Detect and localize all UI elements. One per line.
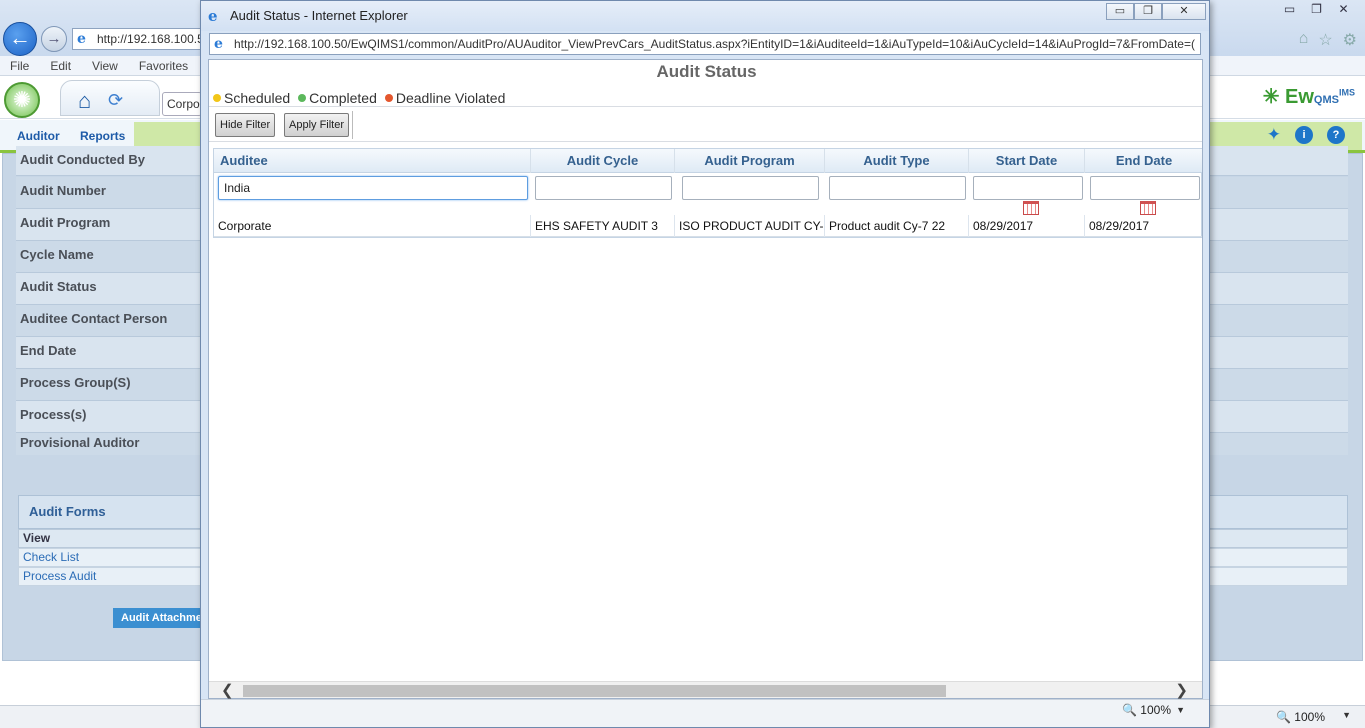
table-row[interactable]: Corporate EHS SAFETY AUDIT 3 ISO PRODUCT… (214, 215, 1202, 237)
brand-leaf-icon: ✳ (1262, 86, 1280, 108)
brand-logo: ✳ EwQMSIMS (1263, 84, 1355, 109)
brand-sup: IMS (1338, 87, 1355, 98)
restore-button[interactable]: ❐ (1303, 0, 1330, 18)
audit-type-filter-input[interactable] (829, 176, 966, 200)
brand-sub: QMS (1313, 94, 1339, 106)
menu-edit[interactable]: Edit (50, 56, 71, 75)
popup-minimize-button[interactable]: ▭ (1106, 3, 1134, 20)
popup-zoom[interactable]: 🔍 100% (1122, 703, 1171, 717)
zoom-dropdown-icon[interactable]: ▼ (1176, 705, 1185, 715)
col-audit-cycle[interactable]: Audit Cycle (531, 149, 675, 173)
background-zoom[interactable]: 🔍 100% (1276, 710, 1325, 724)
popup-address-text: http://192.168.100.50/EwQIMS1/common/Aud… (234, 37, 1195, 51)
popup-titlebar: e Audit Status - Internet Explorer ▭ ❐ ✕ (201, 1, 1209, 31)
background-zoom-value: 100% (1294, 710, 1325, 724)
scroll-right-icon[interactable]: ❯ (1175, 682, 1188, 699)
cell-audit-program: ISO PRODUCT AUDIT CY-7 (675, 215, 825, 237)
zoom-icon: 🔍 (1276, 710, 1291, 724)
audit-status-popup-window: e Audit Status - Internet Explorer ▭ ❐ ✕… (200, 0, 1210, 728)
menu-view[interactable]: View (92, 56, 118, 75)
filter-toolbar: Hide Filter Apply Filter (209, 106, 1202, 142)
scheduled-dot-icon (213, 94, 221, 102)
minimize-button[interactable]: ▭ (1276, 0, 1303, 18)
end-date-filter-input[interactable] (1090, 176, 1200, 200)
audit-program-filter-input[interactable] (682, 176, 819, 200)
browser-toolbar-icons: ⌂ ☆ ⚙ (1299, 30, 1357, 50)
popup-restore-button[interactable]: ❐ (1134, 3, 1162, 20)
zoom-dropdown-icon[interactable]: ▼ (1342, 710, 1351, 720)
cell-start-date: 08/29/2017 (969, 215, 1085, 237)
app-refresh-icon[interactable]: ⟳ (108, 90, 123, 111)
col-auditee[interactable]: Auditee (214, 149, 531, 173)
popup-zoom-value: 100% (1140, 703, 1171, 717)
info-icon[interactable]: i (1295, 126, 1313, 144)
col-audit-program[interactable]: Audit Program (675, 149, 825, 173)
menu-file[interactable]: File (10, 56, 29, 75)
popup-window-controls: ▭ ❐ ✕ (1106, 3, 1206, 20)
grid-header: Auditee Audit Cycle Audit Program Audit … (214, 149, 1202, 173)
audit-attachment-button[interactable]: Audit Attachme (113, 608, 203, 628)
ie-icon: e (208, 7, 218, 25)
start-date-calendar-icon[interactable] (1023, 201, 1039, 215)
end-date-calendar-icon[interactable] (1140, 201, 1156, 215)
background-address-text: http://192.168.100.5 (97, 32, 202, 46)
cell-audit-cycle: EHS SAFETY AUDIT 3 (531, 215, 675, 237)
ie-icon: e (77, 31, 86, 47)
cell-audit-type: Product audit Cy-7 22 (825, 215, 969, 237)
popup-address-bar[interactable]: e http://192.168.100.50/EwQIMS1/common/A… (209, 33, 1201, 55)
close-button[interactable]: ✕ (1330, 0, 1357, 18)
legend-label: Scheduled (224, 90, 291, 106)
ie-icon: e (214, 36, 223, 52)
cell-auditee: Corporate (214, 215, 531, 237)
app-logo-icon: ✺ (4, 82, 40, 118)
grid-filter-row (214, 173, 1202, 205)
popup-title: Audit Status - Internet Explorer (230, 8, 408, 23)
auditee-filter-input[interactable] (218, 176, 528, 200)
legend-deadline-violated: Deadline Violated (384, 90, 506, 106)
scroll-left-icon[interactable]: ❮ (221, 682, 234, 699)
back-button[interactable]: ← (3, 22, 37, 56)
scrollbar-thumb[interactable] (243, 685, 946, 697)
popup-close-button[interactable]: ✕ (1162, 3, 1206, 20)
background-address-bar[interactable]: e http://192.168.100.5 (72, 28, 202, 50)
menu-favorites[interactable]: Favorites (139, 56, 188, 75)
hide-filter-button[interactable]: Hide Filter (215, 113, 276, 137)
background-window-controls: ▭ ❐ ✕ (1276, 0, 1357, 18)
entity-combo[interactable]: Corpor (162, 92, 202, 116)
help-icon[interactable]: ? (1327, 126, 1345, 144)
legend-completed: Completed (298, 90, 377, 106)
deadline-dot-icon (384, 94, 393, 102)
page-title: Audit Status (656, 62, 757, 81)
col-audit-type[interactable]: Audit Type (825, 149, 969, 173)
zoom-icon: 🔍 (1122, 703, 1137, 717)
start-date-filter-input[interactable] (973, 176, 1083, 200)
col-end-date[interactable]: End Date (1085, 149, 1202, 173)
nav-icons: ✦ i ? (1267, 126, 1345, 144)
popup-status-bar (201, 699, 1209, 727)
home-icon[interactable]: ⌂ (1299, 30, 1309, 50)
audit-cycle-filter-input[interactable] (535, 176, 672, 200)
legend-label: Completed (309, 90, 377, 106)
legend-label: Deadline Violated (395, 90, 506, 106)
audit-status-grid: Auditee Audit Cycle Audit Program Audit … (213, 148, 1202, 238)
legend-scheduled: Scheduled (213, 90, 290, 106)
forward-button[interactable]: → (41, 26, 67, 52)
brand-name: Ew (1285, 86, 1314, 108)
pin-icon[interactable]: ✦ (1267, 126, 1281, 144)
cell-end-date: 08/29/2017 (1089, 219, 1150, 233)
horizontal-scrollbar[interactable]: ❮ ❯ (209, 681, 1202, 699)
col-start-date[interactable]: Start Date (969, 149, 1085, 173)
toolbar-divider (352, 111, 353, 139)
app-home-icon[interactable]: ⌂ (78, 88, 91, 114)
status-legend: Scheduled Completed Deadline Violated (213, 90, 513, 106)
completed-dot-icon (298, 94, 307, 102)
popup-content: Audit Status Scheduled Completed Deadlin… (208, 59, 1203, 699)
favorites-star-icon[interactable]: ☆ (1318, 30, 1332, 50)
settings-gear-icon[interactable]: ⚙ (1343, 30, 1357, 50)
apply-filter-button[interactable]: Apply Filter (284, 113, 350, 137)
